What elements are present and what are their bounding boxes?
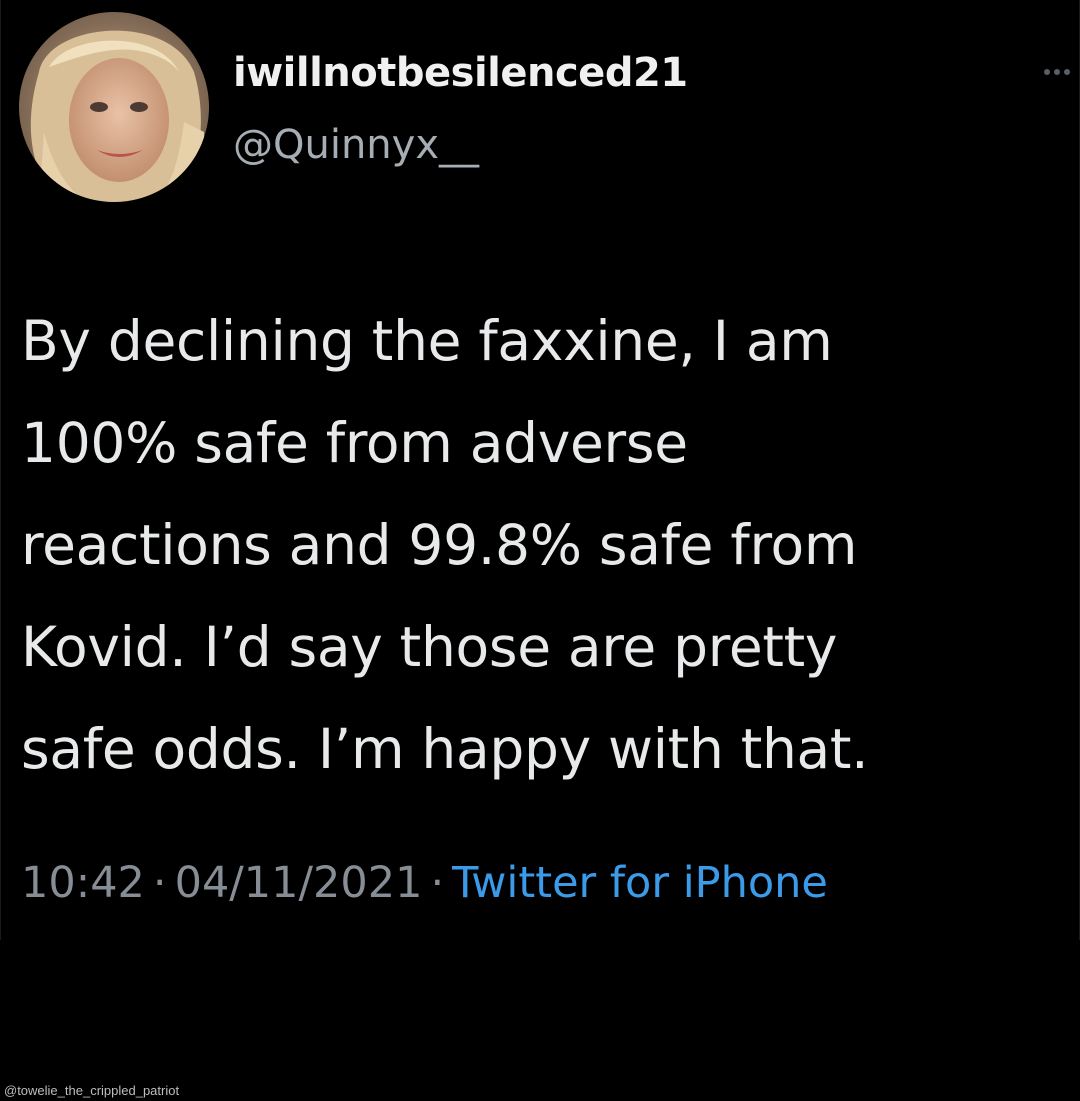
tweet-text-line: safe odds. I’m happy with that. [21, 717, 869, 781]
tweet-body: By declining the faxxine, I am 100% safe… [21, 290, 1071, 800]
tweet-text-line: reactions and 99.8% safe from [21, 513, 858, 577]
profile-photo-icon [19, 12, 209, 202]
tweet-time[interactable]: 10:42 [21, 858, 145, 908]
tweet-text-line: 100% safe from adverse [21, 411, 688, 475]
tweet-source-link[interactable]: Twitter for iPhone [452, 858, 828, 908]
tweet-metadata: 10:42 · 04/11/2021 · Twitter for iPhone [21, 858, 828, 908]
watermark: @towelie_the_crippled_patriot [4, 1083, 180, 1098]
tweet-text-line: Kovid. I’d say those are pretty [21, 615, 838, 679]
display-name[interactable]: iwillnotbesilenced21 [233, 50, 688, 96]
tweet-date[interactable]: 04/11/2021 [175, 858, 423, 908]
tweet-card: iwillnotbesilenced21 @Quinnyx__ By decli… [0, 0, 1080, 940]
tweet-text-line: By declining the faxxine, I am [21, 309, 833, 373]
user-handle[interactable]: @Quinnyx__ [233, 122, 479, 168]
separator: · [430, 858, 445, 908]
separator: · [152, 858, 167, 908]
more-options-icon[interactable] [1041, 62, 1073, 82]
avatar[interactable] [19, 12, 209, 202]
